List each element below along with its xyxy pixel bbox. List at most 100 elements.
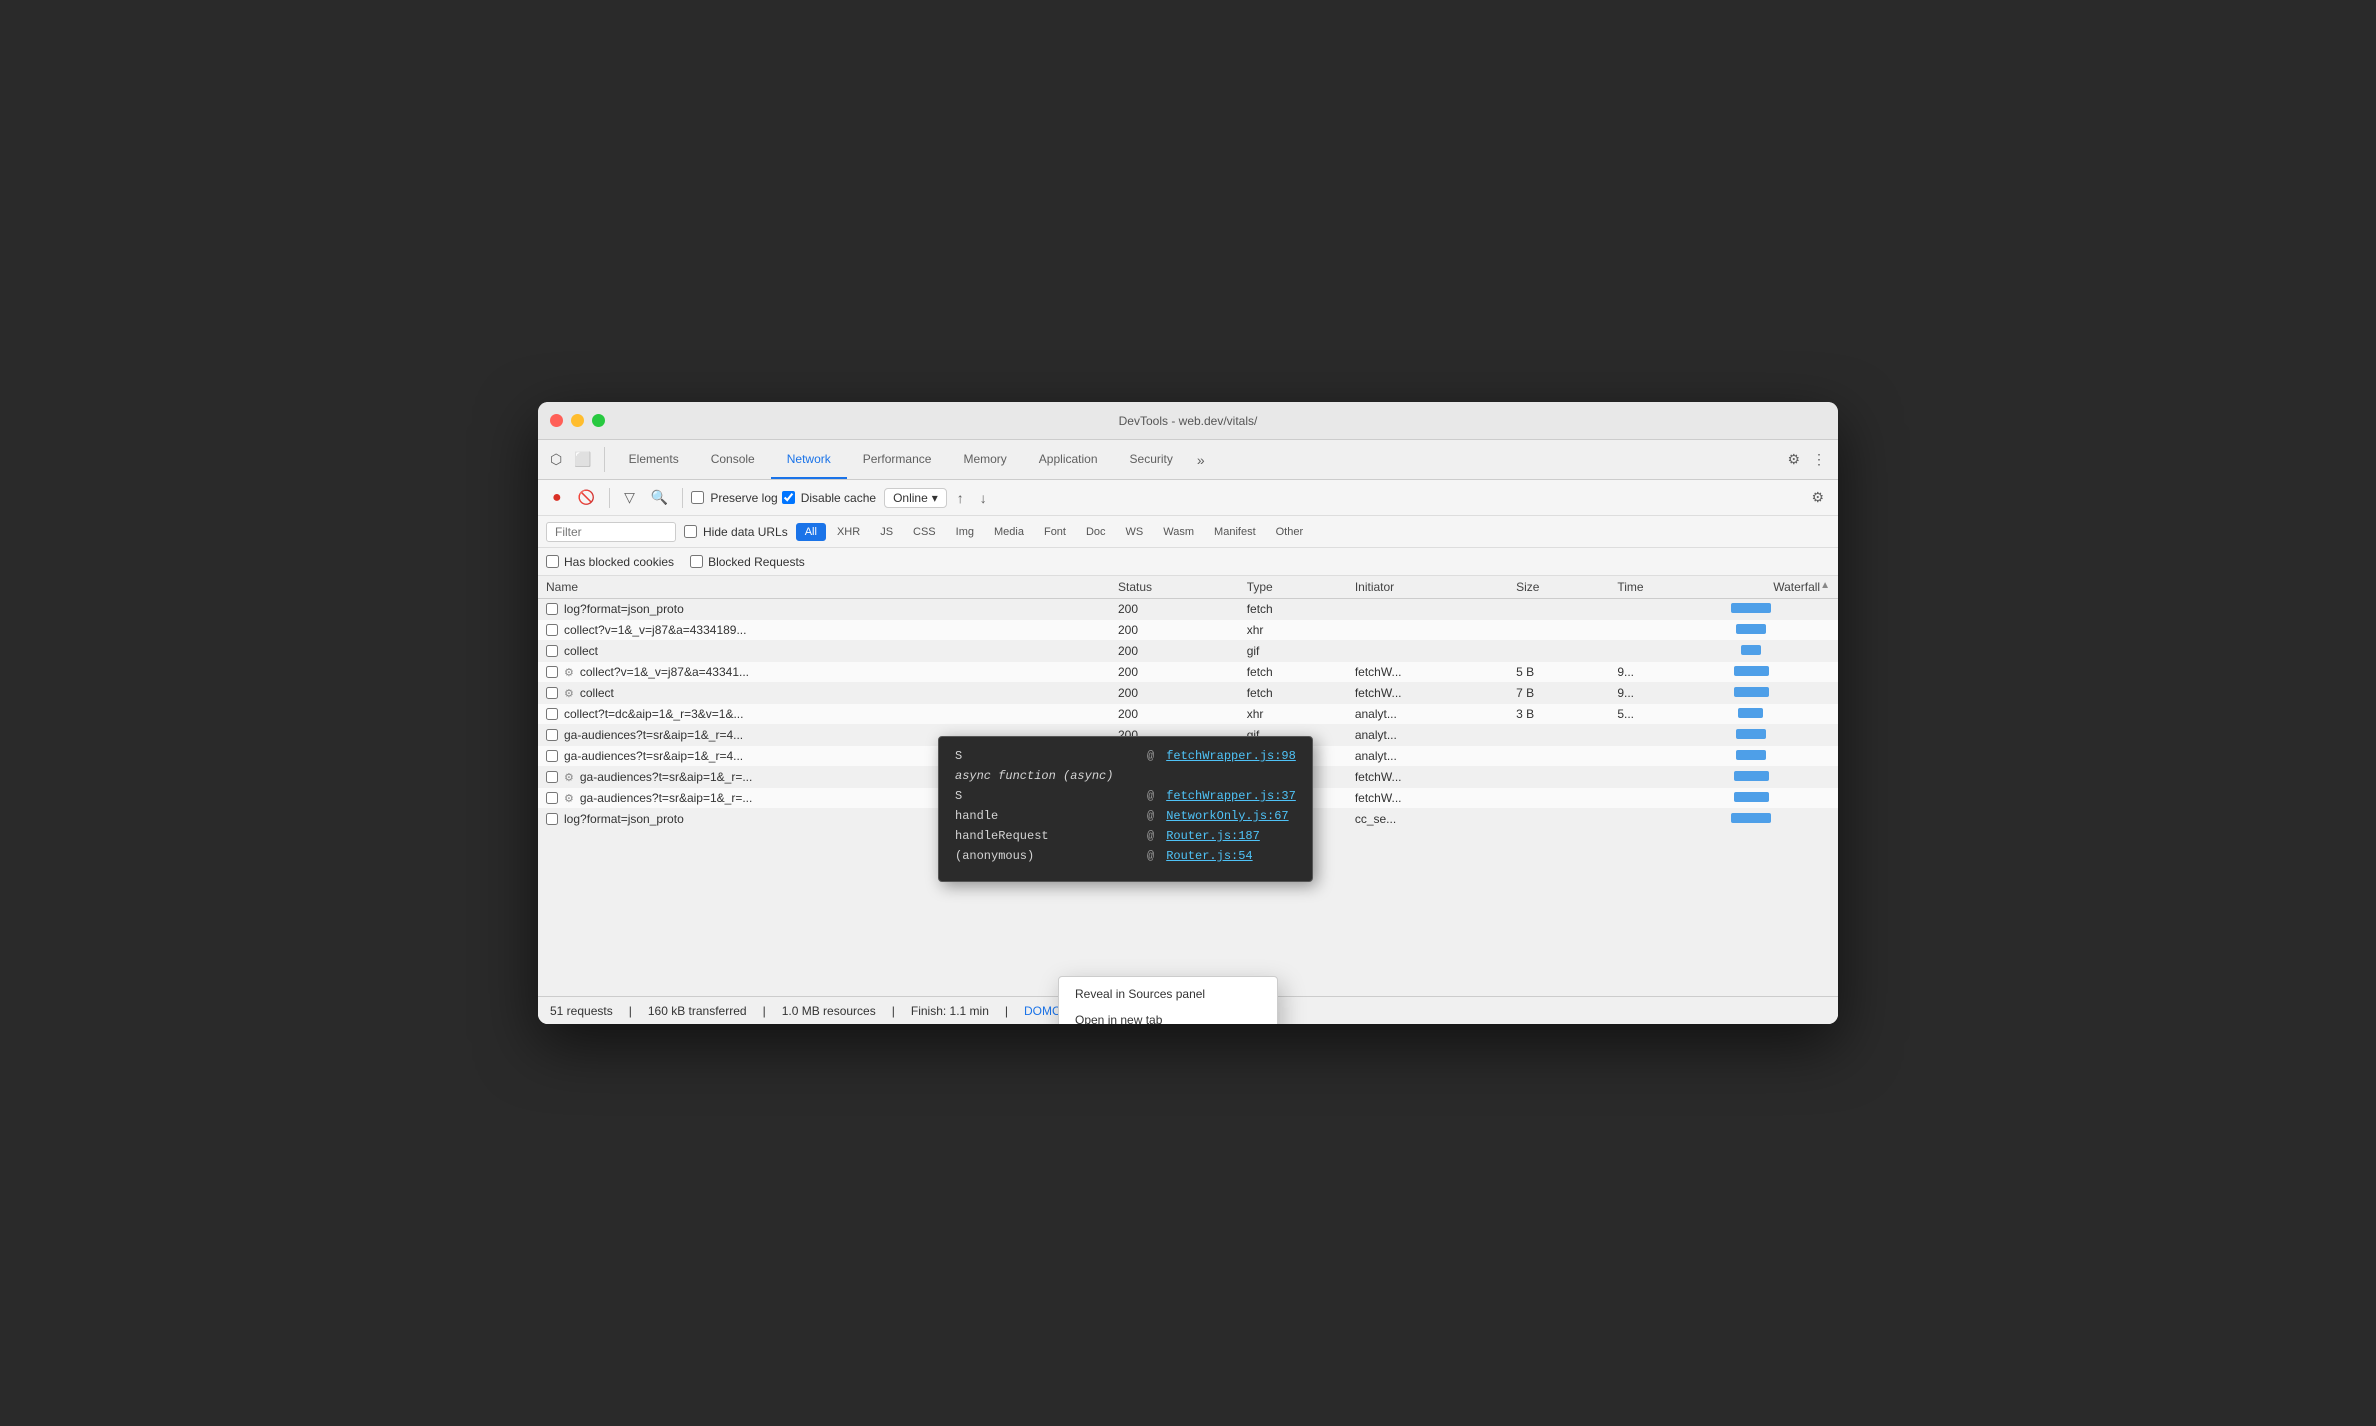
row-checkbox[interactable] — [546, 729, 558, 741]
tab-console[interactable]: Console — [695, 440, 771, 479]
row-status: 200 — [1110, 704, 1239, 725]
row-size — [1508, 809, 1609, 830]
row-checkbox[interactable] — [546, 708, 558, 720]
tab-network[interactable]: Network — [771, 440, 847, 479]
ctx-open-new-tab[interactable]: Open in new tab — [1059, 1007, 1277, 1024]
status-sep: | — [629, 1004, 632, 1018]
ctx-reveal-sources[interactable]: Reveal in Sources panel — [1059, 981, 1277, 1007]
table-row[interactable]: collect 200 gif — [538, 641, 1838, 662]
row-time — [1609, 746, 1718, 767]
device-icon[interactable]: ⬜ — [570, 447, 595, 472]
table-row[interactable]: collect?t=dc&aip=1&_r=3&v=1&... 200 xhr … — [538, 704, 1838, 725]
stack-fn: handleRequest — [955, 829, 1135, 843]
filter-button[interactable]: ▽ — [618, 485, 641, 510]
col-waterfall[interactable]: Waterfall ▲ — [1718, 576, 1838, 599]
preserve-log-checkbox[interactable] — [691, 491, 704, 504]
table-row[interactable]: log?format=json_proto 200 fetch — [538, 599, 1838, 620]
row-size: 7 B — [1508, 683, 1609, 704]
minimize-button[interactable] — [571, 414, 584, 427]
tab-elements[interactable]: Elements — [613, 440, 695, 479]
stack-link[interactable]: fetchWrapper.js:98 — [1166, 749, 1296, 763]
table-row[interactable]: collect?v=1&_v=j87&a=4334189... 200 xhr — [538, 620, 1838, 641]
hide-data-urls-checkbox[interactable] — [684, 525, 697, 538]
row-checkbox[interactable] — [546, 603, 558, 615]
checkbox-bar: Has blocked cookies Blocked Requests — [538, 548, 1838, 576]
row-size — [1508, 599, 1609, 620]
window-title: DevTools - web.dev/vitals/ — [1119, 414, 1258, 428]
upload-button[interactable]: ↑ — [951, 486, 970, 510]
filter-tab-all[interactable]: All — [796, 523, 826, 541]
row-status: 200 — [1110, 662, 1239, 683]
filter-tab-wasm[interactable]: Wasm — [1154, 523, 1203, 541]
main-area: Name Status Type Initiator Size Time Wat… — [538, 576, 1838, 996]
more-tabs-icon[interactable]: » — [1189, 440, 1213, 479]
more-menu-icon[interactable]: ⋮ — [1808, 447, 1830, 472]
row-type: fetch — [1239, 599, 1347, 620]
record-button[interactable]: ● — [546, 485, 568, 511]
clear-button[interactable]: 🚫 — [572, 485, 601, 510]
search-button[interactable]: 🔍 — [645, 485, 674, 510]
row-time: 5... — [1609, 704, 1718, 725]
col-type[interactable]: Type — [1239, 576, 1347, 599]
download-button[interactable]: ↓ — [974, 486, 993, 510]
blocked-requests-label: Blocked Requests — [690, 555, 805, 569]
blocked-requests-checkbox[interactable] — [690, 555, 703, 568]
row-status: 200 — [1110, 620, 1239, 641]
has-blocked-cookies-checkbox[interactable] — [546, 555, 559, 568]
row-checkbox[interactable] — [546, 624, 558, 636]
row-time — [1609, 620, 1718, 641]
hide-data-urls-label: Hide data URLs — [684, 525, 788, 539]
stack-link[interactable]: NetworkOnly.js:67 — [1166, 809, 1288, 823]
table-row[interactable]: ⚙collect 200 fetch fetchW... 7 B 9... — [538, 683, 1838, 704]
filter-tab-css[interactable]: CSS — [904, 523, 945, 541]
stack-link[interactable]: Router.js:187 — [1166, 829, 1260, 843]
hide-data-urls-text: Hide data URLs — [703, 525, 788, 539]
cursor-icon[interactable]: ⬡ — [546, 447, 566, 472]
row-checkbox[interactable] — [546, 687, 558, 699]
settings-icon[interactable]: ⚙ — [1783, 447, 1804, 472]
stack-link[interactable]: fetchWrapper.js:37 — [1166, 789, 1296, 803]
filter-tab-font[interactable]: Font — [1035, 523, 1075, 541]
online-label: Online — [893, 491, 928, 505]
filter-input[interactable] — [546, 522, 676, 542]
row-checkbox[interactable] — [546, 792, 558, 804]
filter-tab-other[interactable]: Other — [1267, 523, 1313, 541]
row-time — [1609, 767, 1718, 788]
col-name[interactable]: Name — [538, 576, 1110, 599]
stack-link[interactable]: Router.js:54 — [1166, 849, 1252, 863]
filter-tab-media[interactable]: Media — [985, 523, 1033, 541]
maximize-button[interactable] — [592, 414, 605, 427]
row-checkbox[interactable] — [546, 666, 558, 678]
gear-icon: ⚙ — [564, 666, 574, 679]
row-checkbox[interactable] — [546, 750, 558, 762]
row-checkbox[interactable] — [546, 645, 558, 657]
col-status[interactable]: Status — [1110, 576, 1239, 599]
filter-tab-doc[interactable]: Doc — [1077, 523, 1115, 541]
stack-fn-async: async function (async) — [955, 769, 1135, 783]
disable-cache-checkbox[interactable] — [782, 491, 795, 504]
row-type: xhr — [1239, 620, 1347, 641]
row-waterfall — [1718, 767, 1838, 788]
close-button[interactable] — [550, 414, 563, 427]
filter-tab-img[interactable]: Img — [947, 523, 983, 541]
row-checkbox[interactable] — [546, 771, 558, 783]
tab-security[interactable]: Security — [1114, 440, 1189, 479]
stack-line-5: handleRequest @ Router.js:187 — [955, 829, 1296, 843]
filter-tab-manifest[interactable]: Manifest — [1205, 523, 1265, 541]
tab-memory[interactable]: Memory — [947, 440, 1022, 479]
filter-tab-ws[interactable]: WS — [1117, 523, 1153, 541]
tab-application[interactable]: Application — [1023, 440, 1114, 479]
filter-tab-xhr[interactable]: XHR — [828, 523, 869, 541]
col-initiator[interactable]: Initiator — [1347, 576, 1508, 599]
row-checkbox[interactable] — [546, 813, 558, 825]
row-time — [1609, 725, 1718, 746]
preserve-log-label: Preserve log — [691, 491, 777, 505]
tab-performance[interactable]: Performance — [847, 440, 948, 479]
col-size[interactable]: Size — [1508, 576, 1609, 599]
filter-tab-js[interactable]: JS — [871, 523, 902, 541]
col-time[interactable]: Time — [1609, 576, 1718, 599]
network-throttle[interactable]: Online ▾ — [884, 488, 947, 508]
table-row[interactable]: ⚙collect?v=1&_v=j87&a=43341... 200 fetch… — [538, 662, 1838, 683]
dropdown-arrow: ▾ — [932, 491, 938, 505]
network-settings-button[interactable]: ⚙ — [1805, 485, 1830, 510]
